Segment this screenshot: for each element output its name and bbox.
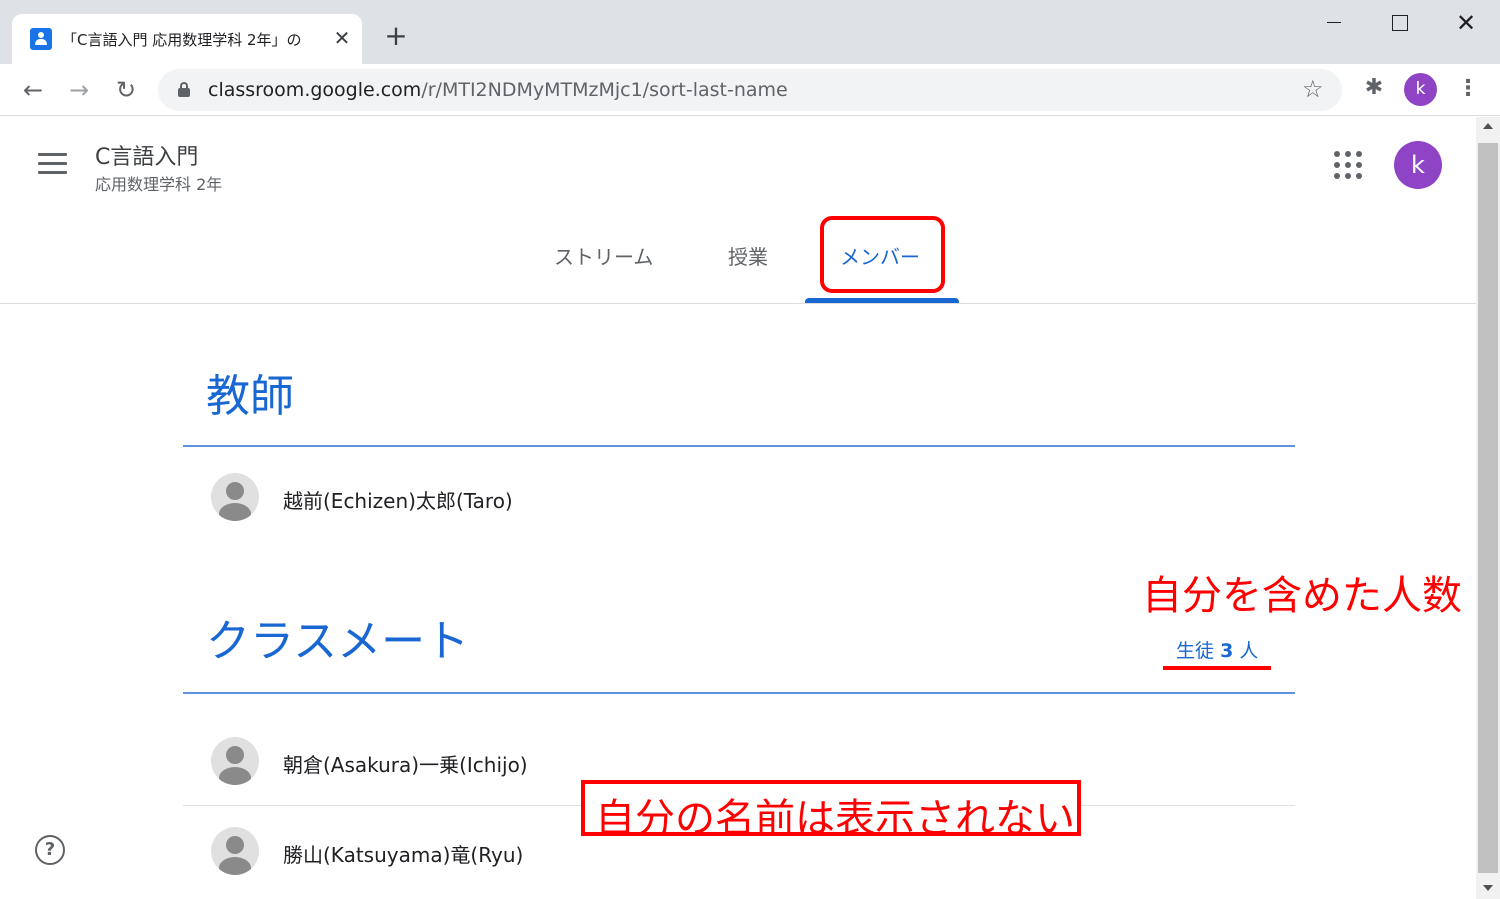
google-apps-grid-icon[interactable]: [1334, 151, 1362, 179]
account-avatar[interactable]: k: [1394, 141, 1442, 189]
teacher-row[interactable]: 越前(Echizen)太郎(Taro): [211, 473, 911, 521]
annotation-count-underline: [1163, 666, 1271, 670]
forward-button[interactable]: →: [63, 74, 95, 106]
tab-classwork[interactable]: 授業: [728, 241, 768, 270]
classmates-heading: クラスメート: [206, 616, 470, 667]
class-section: 応用数理学科 2年: [95, 175, 223, 194]
student-count-value: 3: [1220, 640, 1234, 662]
url-text[interactable]: classroom.google.com/r/MTI2NDMyMTMzMjc1/…: [208, 79, 788, 101]
annotation-self-note: 自分の名前は表示されない: [595, 796, 1075, 842]
person-avatar-icon: [211, 827, 259, 875]
browser-titlebar: 「C言語入門 応用数理学科 2年」の ✕ + ✕: [0, 0, 1500, 64]
url-host: classroom.google.com: [208, 79, 422, 101]
annotation-self-note-box: 自分の名前は表示されない: [581, 780, 1081, 842]
class-title[interactable]: C言語入門: [95, 139, 198, 171]
browser-menu-icon[interactable]: ⋮: [1457, 72, 1479, 106]
teacher-name: 越前(Echizen)太郎(Taro): [283, 489, 513, 513]
page-scrollbar[interactable]: [1476, 117, 1500, 899]
student-name: 勝山(Katsuyama)竜(Ryu): [283, 843, 524, 867]
browser-toolbar: ← → ↻ classroom.google.com/r/MTI2NDMyMTM…: [0, 64, 1500, 116]
address-bar[interactable]: classroom.google.com/r/MTI2NDMyMTMzMjc1/…: [158, 69, 1342, 111]
student-row[interactable]: 朝倉(Asakura)一乗(Ichijo): [211, 737, 911, 785]
browser-tab[interactable]: 「C言語入門 応用数理学科 2年」の ✕: [12, 14, 362, 64]
extensions-puzzle-icon[interactable]: ✱: [1360, 72, 1388, 104]
help-icon[interactable]: ?: [35, 835, 65, 865]
annotation-count-note: 自分を含めた人数: [1142, 573, 1462, 619]
hamburger-menu-icon[interactable]: [38, 153, 68, 175]
back-button[interactable]: ←: [17, 74, 49, 106]
classmates-divider: [183, 692, 1295, 694]
tab-stream[interactable]: ストリーム: [554, 241, 653, 270]
tab-close-icon[interactable]: ✕: [328, 24, 356, 52]
scroll-up-arrow-icon[interactable]: [1483, 123, 1493, 129]
teachers-divider: [183, 445, 1295, 447]
student-name: 朝倉(Asakura)一乗(Ichijo): [283, 753, 528, 777]
scroll-down-arrow-icon[interactable]: [1483, 885, 1493, 891]
bookmark-star-icon[interactable]: ☆: [1302, 75, 1324, 103]
scroll-thumb[interactable]: [1478, 143, 1498, 873]
annotation-members-tab-highlight: [820, 216, 945, 293]
window-maximize-button[interactable]: [1380, 8, 1420, 38]
tabs-divider: [0, 303, 1476, 304]
classroom-favicon-icon: [30, 28, 52, 50]
person-avatar-icon: [211, 737, 259, 785]
student-count-suffix: 人: [1239, 640, 1259, 662]
window-close-button[interactable]: ✕: [1446, 8, 1486, 38]
new-tab-button[interactable]: +: [382, 22, 410, 50]
teachers-heading: 教師: [206, 371, 294, 422]
window-minimize-button[interactable]: [1313, 8, 1353, 38]
person-avatar-icon: [211, 473, 259, 521]
reload-button[interactable]: ↻: [110, 74, 142, 106]
browser-profile-avatar[interactable]: k: [1404, 73, 1437, 106]
student-count-prefix: 生徒: [1176, 640, 1215, 662]
url-path: /r/MTI2NDMyMTMzMjc1/sort-last-name: [421, 79, 788, 101]
tab-title: 「C言語入門 応用数理学科 2年」の: [62, 31, 302, 49]
lock-icon[interactable]: [178, 82, 190, 97]
student-count: 生徒 3 人: [1176, 636, 1258, 663]
